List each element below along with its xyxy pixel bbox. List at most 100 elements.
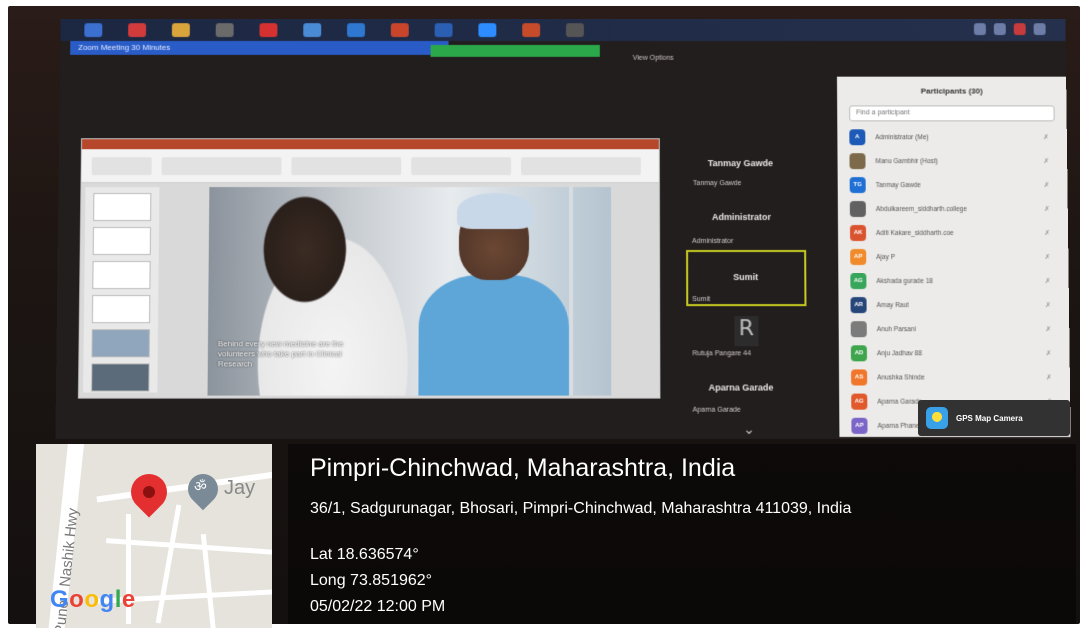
screen-share-banner bbox=[430, 44, 600, 57]
video-tile-name: Administrator bbox=[711, 212, 771, 223]
google-logo: Google bbox=[50, 586, 136, 614]
powerpoint-window: Behind every new medicine are the volunt… bbox=[77, 138, 661, 399]
mic-muted-icon: ✗ bbox=[1044, 254, 1051, 262]
location-title: Pimpri-Chinchwad, Maharashtra, India bbox=[310, 454, 736, 482]
avatar: AD bbox=[850, 345, 868, 362]
participant-name: Abdulkareem_siddharth.college bbox=[875, 205, 967, 213]
ppt-titlebar bbox=[81, 139, 659, 150]
participant-name: Tanmay Gawde bbox=[875, 181, 921, 189]
mic-muted-icon: ✗ bbox=[1044, 229, 1051, 237]
ribbon-group[interactable] bbox=[161, 157, 282, 176]
participant-row[interactable]: Anuh Parsani ✗ bbox=[839, 317, 1070, 341]
latitude: Lat 18.636574° bbox=[310, 546, 419, 563]
slide-thumbnail[interactable] bbox=[93, 193, 152, 222]
participant-name: Ajay P bbox=[876, 253, 896, 261]
ribbon-group[interactable] bbox=[411, 157, 512, 176]
avatar: AR bbox=[850, 297, 867, 314]
avatar bbox=[850, 321, 867, 338]
slide-thumbnail[interactable] bbox=[92, 261, 151, 290]
mic-muted-icon: ✗ bbox=[1045, 302, 1051, 310]
participant-row[interactable]: AK Aditi Kakare_siddharth.coe ✗ bbox=[838, 221, 1068, 245]
participants-panel: Participants (30) Find a participant A Ad… bbox=[836, 76, 1071, 437]
avatar: AP bbox=[850, 248, 867, 266]
participant-row[interactable]: AD Anju Jadhav 88 ✗ bbox=[839, 341, 1070, 365]
location-pin-dot bbox=[143, 486, 155, 498]
taskbar-icon[interactable] bbox=[347, 23, 366, 38]
participant-name: Amay Raut bbox=[876, 301, 909, 309]
participant-row[interactable]: A Administrator (Me) ✗ bbox=[837, 125, 1067, 149]
video-tile-sub: Tanmay Gawde bbox=[692, 180, 742, 188]
google-letter: o bbox=[84, 586, 100, 613]
powerpoint-icon[interactable] bbox=[522, 23, 541, 38]
google-letter: G bbox=[50, 586, 70, 613]
taskbar-icon[interactable] bbox=[565, 23, 584, 38]
slide-thumbnail[interactable] bbox=[91, 295, 151, 324]
participant-name: Anuh Parsani bbox=[876, 325, 916, 333]
ppt-ribbon bbox=[81, 149, 659, 184]
zoom-icon[interactable] bbox=[478, 23, 497, 38]
tray-icon[interactable] bbox=[1033, 23, 1046, 36]
mic-muted-icon: ✗ bbox=[1045, 326, 1052, 334]
participant-name: Akshada gurade 18 bbox=[876, 277, 933, 285]
slide-thumbnail[interactable] bbox=[92, 227, 152, 256]
ribbon-group[interactable] bbox=[521, 157, 641, 176]
video-tile-sub: Sumit bbox=[692, 296, 711, 304]
mic-muted-icon: ✗ bbox=[1045, 350, 1052, 358]
participant-row[interactable]: AP Ajay P ✗ bbox=[838, 245, 1068, 269]
participant-name: Anju Jadhav 88 bbox=[876, 349, 922, 357]
place-label: Jay bbox=[224, 477, 256, 499]
participant-name: Manu Gambhir (Host) bbox=[875, 157, 938, 165]
taskbar-icon[interactable] bbox=[259, 23, 278, 38]
timestamp: 05/02/22 12:00 PM bbox=[310, 598, 446, 615]
mic-muted-icon: ✗ bbox=[1045, 374, 1052, 382]
mic-muted-icon: ✗ bbox=[1043, 206, 1050, 214]
view-options-button[interactable]: View Options bbox=[633, 55, 674, 62]
participant-row[interactable]: Manu Gambhir (Host) ✗ bbox=[837, 149, 1067, 173]
participant-name: Anushka Shinde bbox=[877, 373, 925, 381]
taskbar-icon[interactable] bbox=[84, 23, 103, 38]
video-tile-sub: Aparna Garade bbox=[692, 406, 741, 414]
longitude: Long 73.851962° bbox=[310, 572, 433, 589]
taskbar-icon[interactable] bbox=[215, 23, 234, 38]
windows-taskbar bbox=[60, 19, 1066, 41]
gps-camera-icon bbox=[926, 407, 948, 429]
tray-icon[interactable] bbox=[993, 23, 1006, 36]
tray-icon[interactable] bbox=[973, 23, 986, 36]
avatar: A bbox=[849, 129, 866, 146]
search-input[interactable]: Find a participant bbox=[849, 105, 1055, 122]
avatar bbox=[849, 201, 866, 218]
map-road bbox=[155, 504, 182, 624]
chevron-down-icon[interactable]: ⌄ bbox=[731, 421, 767, 439]
mic-muted-icon: ✗ bbox=[1044, 278, 1051, 286]
participant-row[interactable]: Abdulkareem_siddharth.college ✗ bbox=[838, 197, 1068, 221]
ribbon-group[interactable] bbox=[91, 157, 152, 176]
ribbon-group[interactable] bbox=[291, 157, 402, 176]
laptop-screen: Zoom Meeting 30 Minutes View Options Beh… bbox=[55, 19, 1071, 439]
participant-row[interactable]: TG Tanmay Gawde ✗ bbox=[838, 173, 1068, 197]
video-tile-sub: Rutuja Pangare 44 bbox=[692, 350, 751, 358]
google-letter: l bbox=[114, 586, 122, 613]
taskbar-icon[interactable] bbox=[303, 23, 322, 38]
taskbar-icon[interactable] bbox=[171, 23, 190, 38]
avatar: AP bbox=[851, 417, 868, 434]
gps-camera-label: GPS Map Camera bbox=[956, 413, 1023, 423]
taskbar-icon[interactable] bbox=[390, 23, 409, 38]
slide-thumbnails bbox=[83, 187, 160, 393]
mic-muted-icon: ✗ bbox=[1043, 134, 1049, 142]
tray-icon[interactable] bbox=[1013, 23, 1026, 36]
location-address: 36/1, Sadgurunagar, Bhosari, Pimpri-Chin… bbox=[310, 500, 852, 517]
taskbar-icon[interactable] bbox=[128, 23, 147, 38]
participants-title: Participants (30) bbox=[920, 86, 983, 96]
participant-row[interactable]: AR Amay Raut ✗ bbox=[838, 293, 1069, 317]
gps-camera-badge: GPS Map Camera bbox=[918, 400, 1070, 436]
slide-thumbnail[interactable] bbox=[91, 329, 150, 358]
participant-name: Administrator (Me) bbox=[875, 133, 929, 141]
word-icon[interactable] bbox=[434, 23, 453, 38]
video-tile-name: Sumit bbox=[733, 272, 759, 283]
participant-row[interactable]: AS Anushka Shinde ✗ bbox=[839, 365, 1070, 389]
slide-thumbnail[interactable] bbox=[91, 363, 150, 392]
participant-row[interactable]: AG Akshada gurade 18 ✗ bbox=[838, 269, 1069, 293]
google-letter: g bbox=[99, 586, 115, 613]
avatar: R bbox=[734, 316, 759, 347]
avatar: AS bbox=[851, 369, 868, 386]
